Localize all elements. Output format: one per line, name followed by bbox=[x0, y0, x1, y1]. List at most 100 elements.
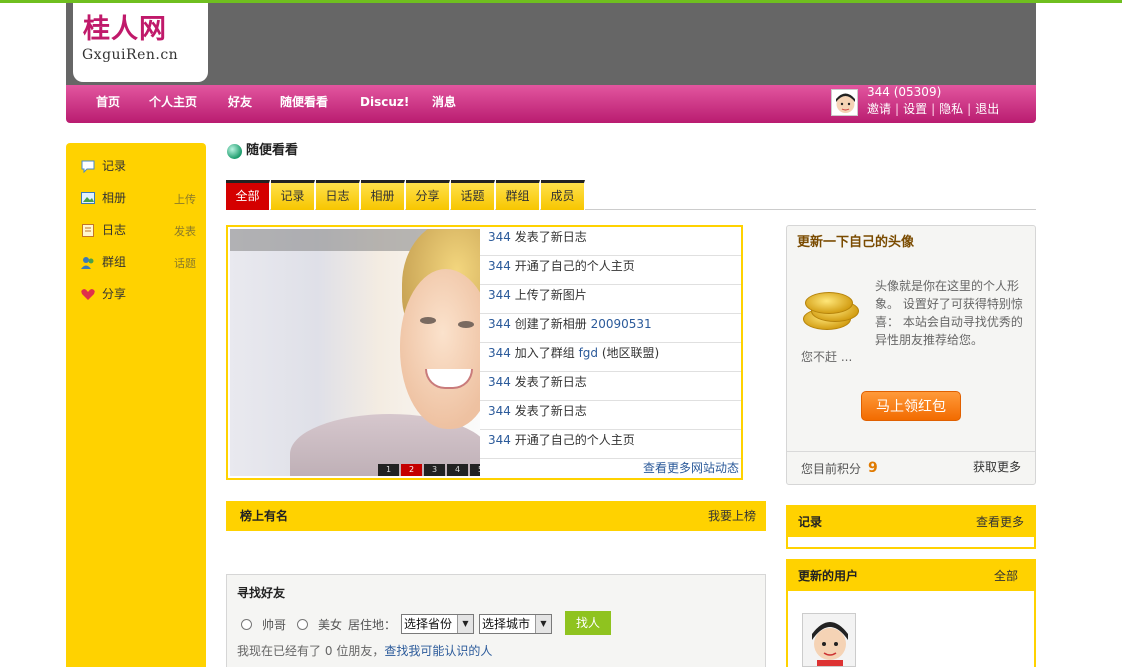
privacy-link[interactable]: 隐私 bbox=[939, 102, 963, 116]
topics-link[interactable]: 话题 bbox=[174, 255, 196, 273]
coins-icon bbox=[801, 286, 867, 331]
nav-friends[interactable]: 好友 bbox=[228, 94, 252, 110]
sidebar: 记录 相册 上传 日志 发表 群组 话题 分享 bbox=[66, 143, 206, 667]
feed-item: 344 加入了群组 fgd (地区联盟) bbox=[480, 343, 741, 372]
feed-box: 1 2 3 4 5 344 发表了新日志 344 开通了自己的个人主页 344 … bbox=[226, 225, 743, 480]
sidebar-item-label: 群组 bbox=[102, 255, 127, 269]
user-name[interactable]: 344 (05309) bbox=[867, 85, 941, 99]
tab-topics[interactable]: 话题 bbox=[451, 180, 495, 210]
records-more-link[interactable]: 查看更多 bbox=[976, 514, 1024, 530]
feed-text: 创建了新相册 bbox=[514, 317, 587, 331]
female-label: 美女 bbox=[318, 618, 343, 632]
tab-records[interactable]: 记录 bbox=[271, 180, 315, 210]
chevron-down-icon: ▼ bbox=[535, 615, 551, 633]
tab-share[interactable]: 分享 bbox=[406, 180, 450, 210]
feed-link[interactable]: 20090531 bbox=[591, 317, 652, 331]
nav-browse[interactable]: 随便看看 bbox=[280, 94, 328, 110]
feed-text: 发表了新日志 bbox=[514, 230, 587, 244]
all-users-link[interactable]: 全部 bbox=[994, 568, 1018, 584]
filter-tabs: 全部 记录 日志 相册 分享 话题 群组 成员 bbox=[226, 180, 1036, 210]
slide-page-1[interactable]: 1 bbox=[378, 464, 399, 476]
city-value: 选择城市 bbox=[482, 617, 531, 631]
nav-home[interactable]: 首页 bbox=[96, 94, 120, 110]
notepad-icon bbox=[80, 222, 96, 238]
records-title: 记录 bbox=[798, 515, 823, 529]
settings-link[interactable]: 设置 bbox=[903, 102, 927, 116]
sidebar-item-label: 记录 bbox=[102, 159, 127, 173]
city-select[interactable]: 选择城市 ▼ bbox=[479, 614, 552, 634]
records-panel: 记录 查看更多 bbox=[786, 505, 1036, 549]
feed-item: 344 发表了新日志 bbox=[480, 372, 741, 401]
slide-page-3[interactable]: 3 bbox=[424, 464, 445, 476]
feed-item: 344 开通了自己的个人主页 bbox=[480, 430, 741, 459]
points-value: 9 bbox=[868, 460, 878, 476]
nav-discuz[interactable]: Discuz! bbox=[360, 94, 409, 110]
feed-user[interactable]: 344 bbox=[488, 346, 511, 360]
new-users-header: 更新的用户 全部 bbox=[788, 561, 1034, 591]
friend-status: 我现在已经有了 0 位朋友，查找我可能认识的人 bbox=[237, 644, 492, 658]
feed-user[interactable]: 344 bbox=[488, 259, 511, 273]
province-value: 选择省份 bbox=[404, 617, 453, 631]
logout-link[interactable]: 退出 bbox=[975, 102, 999, 116]
avatar[interactable] bbox=[802, 613, 856, 667]
logo-subtitle: GxguiRen.cn bbox=[82, 47, 179, 63]
feed-link[interactable]: fgd bbox=[579, 346, 598, 360]
friend-count: 0 bbox=[324, 644, 333, 658]
feed-user[interactable]: 344 bbox=[488, 433, 511, 447]
panel-title: 更新一下自己的头像 bbox=[797, 235, 915, 250]
feed-user[interactable]: 344 bbox=[488, 288, 511, 302]
user-links: 邀请 | 设置 | 隐私 | 退出 bbox=[867, 102, 1000, 116]
tab-blog[interactable]: 日志 bbox=[316, 180, 360, 210]
sidebar-item-records[interactable]: 记录 bbox=[80, 157, 196, 175]
feed-item: 344 发表了新日志 bbox=[480, 401, 741, 430]
feed-suffix[interactable]: (地区联盟) bbox=[602, 346, 659, 360]
panel-divider bbox=[787, 451, 1035, 452]
join-ranking-link[interactable]: 我要上榜 bbox=[708, 508, 756, 524]
residence-label: 居住地： bbox=[348, 618, 397, 632]
tab-groups[interactable]: 群组 bbox=[496, 180, 540, 210]
tab-members[interactable]: 成员 bbox=[541, 180, 585, 210]
sidebar-item-label: 相册 bbox=[102, 191, 127, 205]
records-header: 记录 查看更多 bbox=[788, 507, 1034, 537]
feed-user[interactable]: 344 bbox=[488, 375, 511, 389]
find-people-button[interactable]: 找人 bbox=[565, 611, 611, 635]
feed-item: 344 开通了自己的个人主页 bbox=[480, 256, 741, 285]
tab-albums[interactable]: 相册 bbox=[361, 180, 405, 210]
slideshow-image[interactable]: 1 2 3 4 5 bbox=[230, 229, 480, 476]
feed-user[interactable]: 344 bbox=[488, 230, 511, 244]
sidebar-item-albums[interactable]: 相册 上传 bbox=[80, 189, 196, 207]
sidebar-item-blog[interactable]: 日志 发表 bbox=[80, 221, 196, 239]
sidebar-item-groups[interactable]: 群组 话题 bbox=[80, 253, 196, 271]
feed-user[interactable]: 344 bbox=[488, 317, 511, 331]
page-title: 随便看看 bbox=[246, 143, 299, 158]
get-more-link[interactable]: 获取更多 bbox=[973, 460, 1021, 474]
feed-text: 加入了群组 bbox=[514, 346, 575, 360]
sidebar-item-share[interactable]: 分享 bbox=[80, 285, 196, 303]
user-avatar[interactable] bbox=[831, 89, 858, 116]
invite-link[interactable]: 邀请 bbox=[867, 102, 891, 116]
more-feed-link[interactable]: 查看更多网站动态 bbox=[643, 461, 739, 475]
site-logo[interactable]: 桂人网 GxguiRen.cn bbox=[73, 3, 208, 82]
get-red-packet-button[interactable]: 马上领红包 bbox=[861, 391, 961, 421]
slide-page-2[interactable]: 2 bbox=[401, 464, 422, 476]
male-radio[interactable] bbox=[241, 619, 252, 630]
nav-messages[interactable]: 消息 bbox=[432, 94, 456, 110]
feed-text: 发表了新日志 bbox=[514, 404, 587, 418]
upload-link[interactable]: 上传 bbox=[174, 191, 196, 209]
feed-user[interactable]: 344 bbox=[488, 404, 511, 418]
find-known-people-link[interactable]: 查找我可能认识的人 bbox=[384, 644, 492, 658]
feed-text: 开通了自己的个人主页 bbox=[514, 433, 635, 447]
female-radio[interactable] bbox=[297, 619, 308, 630]
sidebar-item-label: 分享 bbox=[102, 287, 127, 301]
tab-all[interactable]: 全部 bbox=[226, 180, 270, 210]
ranking-title: 榜上有名 bbox=[240, 509, 289, 523]
find-friends-title: 寻找好友 bbox=[237, 586, 286, 600]
nav-profile[interactable]: 个人主页 bbox=[149, 94, 197, 110]
heart-share-icon bbox=[80, 286, 96, 302]
slide-page-4[interactable]: 4 bbox=[447, 464, 468, 476]
photo-icon bbox=[80, 190, 96, 206]
province-select[interactable]: 选择省份 ▼ bbox=[401, 614, 474, 634]
post-link[interactable]: 发表 bbox=[174, 223, 196, 241]
slide-page-5[interactable]: 5 bbox=[470, 464, 480, 476]
feed-item: 344 创建了新相册 20090531 bbox=[480, 314, 741, 343]
